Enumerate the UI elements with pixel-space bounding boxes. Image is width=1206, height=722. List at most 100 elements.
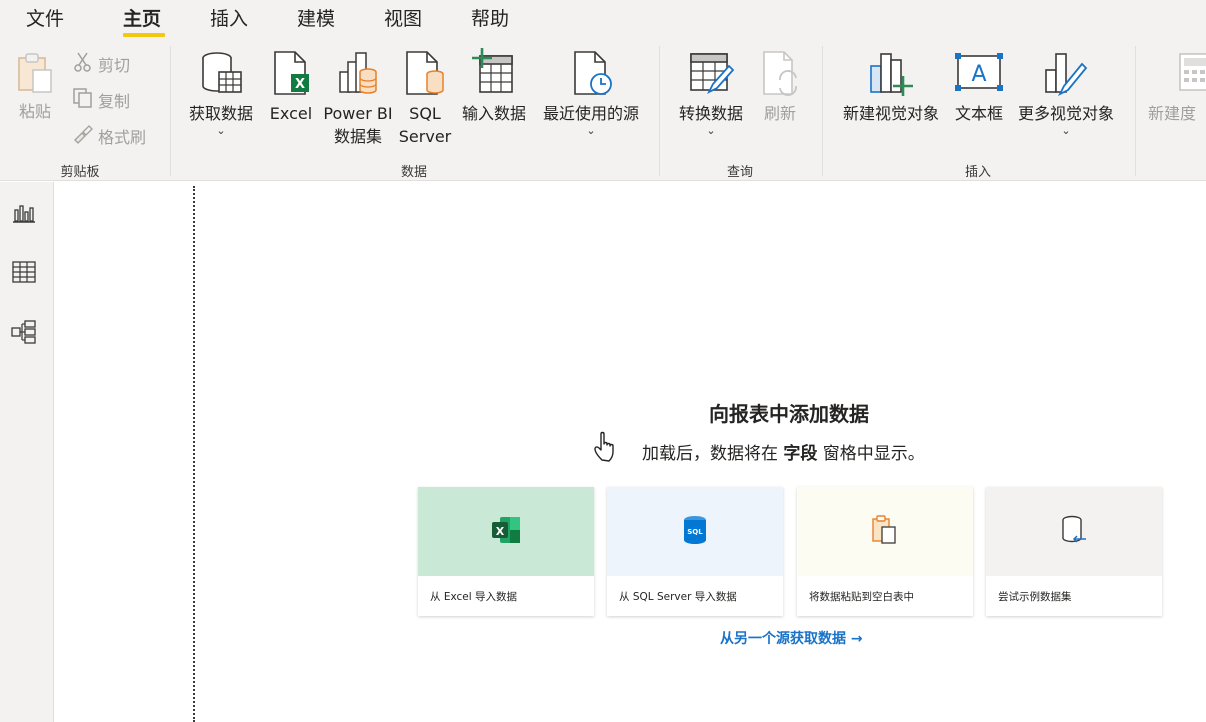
text-box-button[interactable]: A 文本框 [950, 50, 1008, 125]
excel-button[interactable]: X Excel [266, 50, 316, 125]
insert-group-label: 插入 [964, 165, 991, 180]
chevron-down-icon: ⌄ [706, 124, 716, 137]
get-data-label: 获取数据 [188, 104, 253, 123]
sample-database-icon [1060, 515, 1088, 549]
refresh-icon [756, 50, 804, 102]
new-visual-button[interactable]: 新建视觉对象 [834, 50, 948, 125]
recent-sources-label: 最近使用的源 [542, 104, 639, 123]
card-illustration: X [418, 487, 594, 576]
paste-button[interactable]: 粘贴 [12, 50, 58, 123]
recent-sources-icon [536, 50, 646, 102]
copy-icon [72, 87, 94, 113]
tab-help[interactable]: 帮助 [471, 4, 509, 31]
powerbi-label-line1: Power BI [323, 104, 393, 123]
excel-label: Excel [269, 104, 313, 123]
scissors-icon [72, 51, 94, 77]
sql-database-icon: SQL [682, 515, 708, 549]
cut-button[interactable]: 剪切 [72, 51, 130, 77]
tab-view[interactable]: 视图 [384, 4, 422, 31]
transform-data-button[interactable]: 转换数据 ⌄ [672, 50, 750, 137]
excel-logo-icon: X [490, 515, 522, 549]
add-data-subtitle: 加载后，数据将在 字段 窗格中显示。 [642, 439, 925, 464]
more-visuals-label: 更多视觉对象 [1017, 104, 1114, 123]
excel-icon: X [266, 50, 316, 102]
canvas-boundary-dotted-line [193, 186, 195, 722]
clipboard-paste-icon [871, 514, 899, 549]
get-data-button[interactable]: 获取数据 ⌄ [182, 50, 260, 137]
powerbi-dataset-button[interactable]: Power BI 数据集 [320, 50, 396, 148]
svg-text:SQL: SQL [687, 528, 703, 536]
svg-text:A: A [971, 62, 986, 87]
refresh-button[interactable]: 刷新 [756, 50, 804, 125]
svg-text:X: X [496, 525, 505, 538]
new-visual-icon [834, 50, 948, 102]
recent-sources-button[interactable]: 最近使用的源 ⌄ [536, 50, 646, 137]
active-tab-indicator [123, 33, 165, 37]
group-divider [822, 46, 823, 176]
transform-data-label: 转换数据 [678, 104, 743, 123]
text-box-icon: A [950, 50, 1008, 102]
report-view-icon[interactable] [11, 200, 37, 226]
powerbi-label-line2: 数据集 [333, 127, 382, 146]
paste-label: 粘贴 [18, 102, 51, 121]
menu-bar: 文件 主页 插入 建模 视图 帮助 [0, 0, 1206, 42]
sql-server-icon [398, 50, 452, 102]
new-visual-label: 新建视觉对象 [842, 104, 939, 123]
report-canvas[interactable]: 向报表中添加数据 加载后，数据将在 字段 窗格中显示。 X 从 Excel 导入… [54, 182, 1206, 722]
fields-pane-term: 字段 [783, 444, 818, 464]
sql-server-button[interactable]: SQL Server [398, 50, 452, 148]
add-data-heading: 向报表中添加数据 [709, 402, 869, 426]
powerbi-dataset-icon [320, 50, 396, 102]
card-label: 从 SQL Server 导入数据 [619, 591, 737, 603]
copy-button[interactable]: 复制 [72, 87, 130, 113]
import-excel-card[interactable]: X 从 Excel 导入数据 [418, 487, 594, 616]
chevron-down-icon: ⌄ [216, 124, 226, 137]
data-view-icon[interactable] [11, 259, 37, 285]
tab-insert[interactable]: 插入 [210, 4, 248, 31]
cut-label: 剪切 [98, 56, 131, 75]
chevron-down-icon: ⌄ [586, 124, 596, 137]
calculator-icon [1178, 50, 1206, 102]
new-measure-button[interactable]: 新建度 [1148, 50, 1206, 125]
group-divider [170, 46, 171, 176]
sample-dataset-card[interactable]: 尝试示例数据集 [986, 487, 1162, 616]
transform-data-icon [672, 50, 750, 102]
get-data-other-source-link[interactable]: 从另一个源获取数据 → [720, 628, 863, 648]
query-group-label: 查询 [726, 165, 753, 180]
enter-data-table-icon [455, 48, 533, 102]
enter-data-button[interactable]: 输入数据 [455, 48, 533, 125]
model-view-icon[interactable] [11, 319, 37, 345]
clipboard-group-label: 剪贴板 [60, 165, 100, 180]
subtitle-text-before: 加载后，数据将在 [642, 444, 784, 464]
group-divider [659, 46, 660, 176]
paste-icon [12, 50, 58, 100]
tab-modeling[interactable]: 建模 [297, 4, 335, 31]
sql-label-line1: SQL [409, 104, 441, 123]
database-table-icon [182, 50, 260, 102]
card-label: 从 Excel 导入数据 [430, 591, 517, 603]
import-sql-server-card[interactable]: SQL 从 SQL Server 导入数据 [607, 487, 783, 616]
copy-label: 复制 [98, 92, 131, 111]
card-illustration [797, 487, 973, 576]
view-rail [0, 182, 54, 722]
ribbon: 粘贴 剪切 复制 格式刷 剪贴板 获取数据 ⌄ X Excel Power BI… [0, 42, 1206, 181]
sql-label-line2: Server [398, 127, 452, 146]
tab-home[interactable]: 主页 [123, 4, 161, 31]
format-painter-label: 格式刷 [98, 128, 147, 147]
hand-cursor-icon [593, 430, 619, 468]
subtitle-text-after: 窗格中显示。 [817, 444, 925, 464]
enter-data-label: 输入数据 [461, 104, 526, 123]
card-illustration [986, 487, 1162, 576]
new-measure-label: 新建度 [1148, 104, 1197, 123]
card-illustration: SQL [607, 487, 783, 576]
refresh-label: 刷新 [763, 104, 796, 123]
format-painter-icon [72, 123, 94, 149]
tab-file[interactable]: 文件 [26, 4, 64, 31]
paste-into-table-card[interactable]: 将数据粘贴到空白表中 [797, 487, 973, 616]
group-divider [1135, 46, 1136, 176]
chevron-down-icon: ⌄ [1061, 124, 1071, 137]
more-visuals-button[interactable]: 更多视觉对象 ⌄ [1010, 50, 1122, 137]
card-label: 将数据粘贴到空白表中 [809, 591, 914, 603]
format-painter-button[interactable]: 格式刷 [72, 123, 146, 149]
text-box-label: 文本框 [954, 104, 1003, 123]
